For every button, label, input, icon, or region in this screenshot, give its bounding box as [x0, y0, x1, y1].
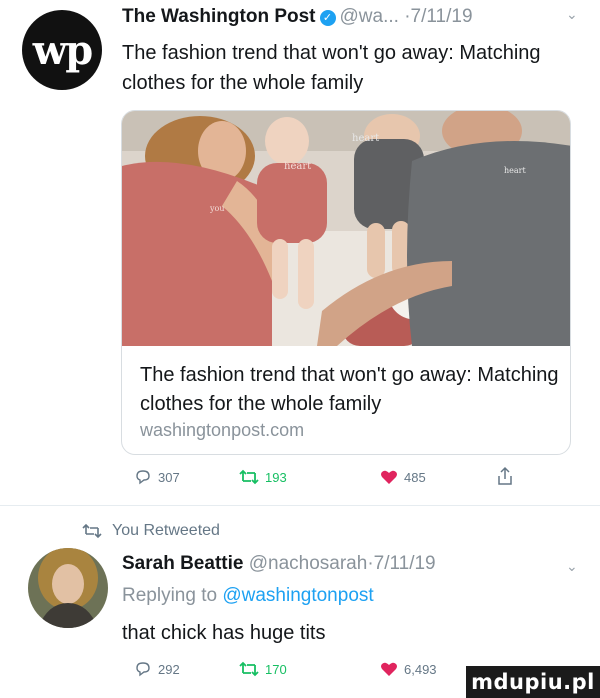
like-count: 6,493: [404, 661, 437, 677]
verified-icon: ✓: [319, 10, 336, 26]
retweet-count: 170: [265, 661, 287, 677]
watermark: mdupiu.pl: [466, 666, 600, 698]
share-button[interactable]: [496, 466, 520, 486]
card-image: heart heart heart you: [122, 111, 570, 346]
reply-count: 307: [158, 469, 180, 485]
replying-prefix: Replying to: [122, 585, 218, 606]
card-title: The fashion trend that won't go away: Ma…: [140, 364, 559, 415]
share-icon: [498, 466, 512, 485]
heart-icon: [381, 662, 397, 676]
chevron-down-icon[interactable]: ⌄: [566, 7, 578, 21]
reply-text: that chick has huge tits: [122, 622, 326, 644]
author-name[interactable]: The Washington Post: [122, 6, 316, 27]
reply-count: 292: [158, 661, 180, 677]
retweet-notice: You Retweeted: [82, 522, 220, 540]
heart-icon: [381, 470, 397, 484]
tweet-header: The Washington Post ✓ @wa... ·7/11/19: [122, 6, 473, 28]
retweet-icon: [239, 661, 259, 677]
reply-icon: [136, 662, 150, 677]
link-card[interactable]: heart heart heart you The fashion trend …: [121, 110, 571, 455]
retweet-button[interactable]: 170: [239, 660, 287, 678]
svg-text:you: you: [209, 204, 225, 213]
svg-text:heart: heart: [504, 166, 526, 175]
washington-post-avatar[interactable]: wp: [22, 10, 102, 90]
tweet-actions: 307 193 485: [0, 462, 600, 492]
avatar-logo-text: wp: [32, 26, 93, 74]
like-button[interactable]: 6,493: [380, 660, 437, 678]
replying-to-link[interactable]: @washingtonpost: [222, 585, 373, 606]
reply-handle-date: @nachosarah·7/11/19: [248, 553, 436, 574]
retweet-button[interactable]: 193: [239, 468, 287, 486]
tweet-text: The fashion trend that won't go away: Ma…: [122, 42, 541, 94]
author-handle-date: @wa... ·7/11/19: [339, 6, 473, 27]
retweet-icon: [82, 523, 102, 539]
reply-author-name[interactable]: Sarah Beattie: [122, 553, 243, 574]
replying-to: Replying to @washingtonpost: [122, 585, 374, 607]
avatar-photo: [28, 548, 108, 628]
svg-text:heart: heart: [284, 161, 311, 172]
reply-button[interactable]: 292: [134, 660, 180, 678]
like-button[interactable]: 485: [380, 468, 426, 486]
chevron-down-icon[interactable]: ⌄: [566, 559, 578, 573]
retweet-notice-text: You Retweeted: [112, 522, 220, 539]
svg-text:heart: heart: [352, 133, 379, 144]
sarah-beattie-avatar[interactable]: [28, 548, 108, 628]
reply-header: Sarah Beattie @nachosarah·7/11/19: [122, 553, 436, 575]
reply-icon: [136, 470, 150, 485]
retweet-count: 193: [265, 469, 287, 485]
retweet-icon: [239, 469, 259, 485]
divider: [0, 505, 600, 506]
card-url: washingtonpost.com: [140, 420, 305, 440]
reply-button[interactable]: 307: [134, 468, 180, 486]
like-count: 485: [404, 469, 426, 485]
